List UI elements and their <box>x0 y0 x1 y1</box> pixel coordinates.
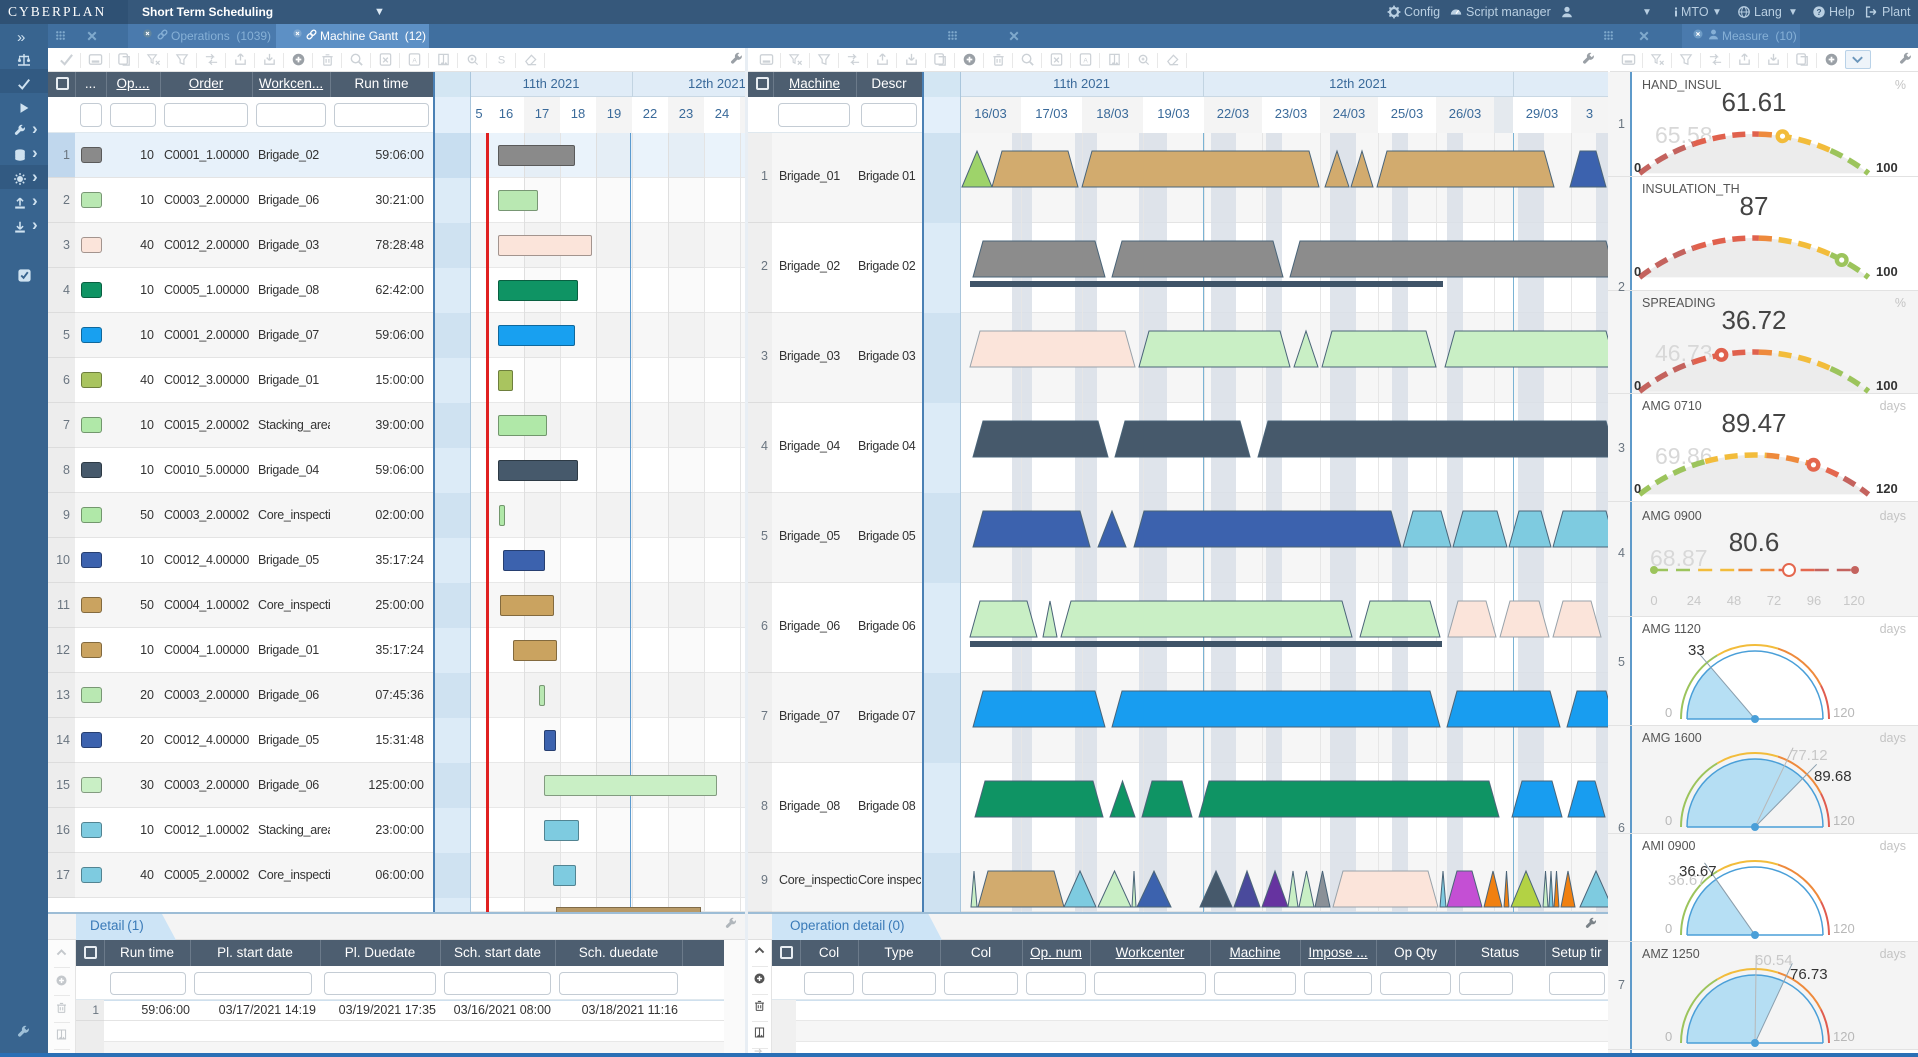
svg-text:A: A <box>1083 57 1088 64</box>
svg-text:?: ? <box>1816 7 1821 17</box>
svg-text:S: S <box>498 55 506 67</box>
svg-text:A: A <box>412 57 417 64</box>
